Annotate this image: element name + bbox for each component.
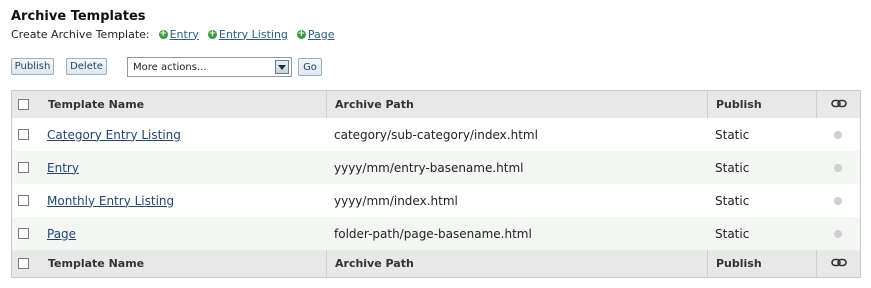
archive-path-cell: yyyy/mm/index.html (334, 193, 458, 208)
column-footer-publish[interactable]: Publish (707, 250, 817, 277)
table-header-row: Template Name Archive Path Publish (12, 91, 860, 118)
template-name-cell: Monthly Entry Listing (47, 184, 174, 217)
select-all-checkbox[interactable] (18, 99, 29, 110)
row-select-cell (18, 118, 29, 151)
template-name-cell: Page (47, 217, 76, 250)
create-archive-template-row: Create Archive Template: + Entry + Entry… (11, 27, 335, 41)
link-icon (830, 257, 847, 270)
status-dot-icon (834, 163, 842, 172)
publish-cell: Static (715, 127, 750, 142)
status-cell (816, 217, 860, 250)
status-cell (816, 184, 860, 217)
table-row: Entry yyyy/mm/entry-basename.html Static (12, 151, 860, 184)
publish-cell: Static (715, 226, 750, 241)
column-footer-template-name[interactable]: Template Name (48, 250, 144, 277)
go-button[interactable]: Go (298, 58, 322, 76)
row-checkbox[interactable] (18, 195, 29, 206)
plus-circle-icon: + (158, 28, 168, 39)
link-icon (830, 98, 847, 111)
template-name-cell: Entry (47, 151, 79, 184)
row-checkbox[interactable] (18, 129, 29, 140)
create-page-link[interactable]: + Page (296, 28, 335, 41)
column-header-publish[interactable]: Publish (707, 91, 817, 118)
status-cell (816, 118, 860, 151)
status-dot-icon (834, 229, 842, 238)
archive-path-cell: yyyy/mm/entry-basename.html (334, 160, 524, 175)
row-select-cell (18, 217, 29, 250)
template-name-link[interactable]: Category Entry Listing (47, 128, 181, 142)
publish-button[interactable]: Publish (11, 58, 54, 75)
create-page-label[interactable]: Page (308, 28, 335, 41)
delete-button[interactable]: Delete (66, 58, 107, 75)
status-dot-icon (834, 130, 842, 139)
create-label: Create Archive Template: (11, 27, 150, 41)
create-entry-listing-link[interactable]: + Entry Listing (207, 28, 288, 41)
archive-path-cell: category/sub-category/index.html (334, 127, 538, 142)
table-row: Category Entry Listing category/sub-cate… (12, 118, 860, 151)
select-all-checkbox[interactable] (18, 258, 29, 269)
row-select-cell (18, 151, 29, 184)
more-actions-value: More actions... (133, 61, 207, 73)
table-row: Page folder-path/page-basename.html Stat… (12, 217, 860, 250)
select-all-cell (18, 91, 29, 118)
archive-templates-table: Template Name Archive Path Publish Categ… (11, 90, 861, 278)
dropdown-arrow-icon[interactable] (275, 60, 289, 74)
row-checkbox[interactable] (18, 228, 29, 239)
column-header-template-name[interactable]: Template Name (48, 91, 144, 118)
create-entry-link[interactable]: + Entry (158, 28, 199, 41)
template-name-link[interactable]: Monthly Entry Listing (47, 194, 174, 208)
status-cell (816, 151, 860, 184)
column-footer-archive-path[interactable]: Archive Path (326, 250, 708, 277)
template-name-link[interactable]: Page (47, 227, 76, 241)
table-footer-row: Template Name Archive Path Publish (12, 250, 860, 277)
create-entry-label[interactable]: Entry (170, 28, 199, 41)
template-name-link[interactable]: Entry (47, 161, 79, 175)
link-column-footer (816, 250, 860, 277)
plus-circle-icon: + (207, 28, 217, 39)
publish-cell: Static (715, 160, 750, 175)
plus-circle-icon: + (296, 28, 306, 39)
row-checkbox[interactable] (18, 162, 29, 173)
column-header-archive-path[interactable]: Archive Path (326, 91, 708, 118)
table-row: Monthly Entry Listing yyyy/mm/index.html… (12, 184, 860, 217)
page-title: Archive Templates (11, 9, 146, 24)
row-select-cell (18, 184, 29, 217)
template-name-cell: Category Entry Listing (47, 118, 181, 151)
archive-path-cell: folder-path/page-basename.html (334, 226, 532, 241)
link-column-header (816, 91, 860, 118)
create-entry-listing-label[interactable]: Entry Listing (219, 28, 288, 41)
publish-cell: Static (715, 193, 750, 208)
select-all-cell (18, 250, 29, 277)
more-actions-select[interactable]: More actions... (127, 57, 292, 77)
status-dot-icon (834, 196, 842, 205)
